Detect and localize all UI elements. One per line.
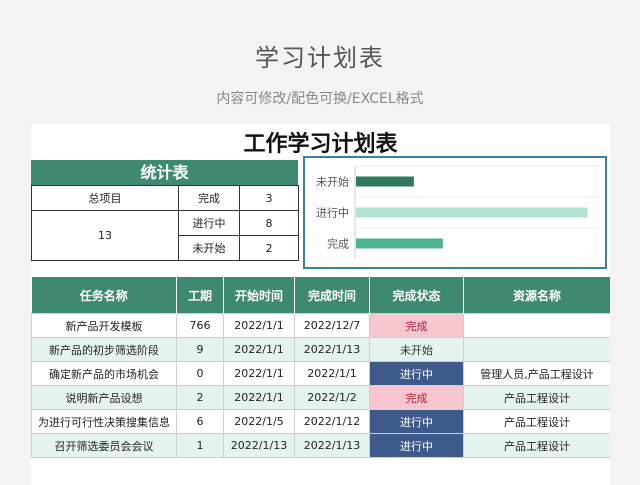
task-name-cell: 说明新产品设想 — [31, 385, 177, 410]
task-name-cell: 确定新产品的市场机会 — [31, 361, 177, 386]
table-row: 新产品的初步筛选阶段 9 2022/1/1 2022/1/13 未开始 — [31, 337, 610, 362]
status-cell: 完成 — [369, 313, 464, 338]
resource-cell: 产品工程设计 — [463, 433, 610, 458]
duration-cell: 766 — [176, 313, 224, 338]
end-date-cell: 2022/12/7 — [294, 313, 370, 338]
duration-cell: 6 — [176, 409, 224, 434]
resource-cell: 产品工程设计 — [463, 385, 610, 410]
status-cell: 进行中 — [369, 433, 464, 458]
end-date-cell: 2022/1/12 — [294, 409, 370, 434]
col-header-resource: 资源名称 — [463, 277, 610, 314]
table-row: 为进行可行性决策搜集信息 6 2022/1/5 2022/1/12 进行中 产品工程设计 — [31, 409, 610, 434]
page-title: 学习计划表 — [255, 44, 385, 72]
page-subtitle: 内容可修改/配色可换/EXCEL格式 — [216, 91, 424, 107]
spreadsheet: 工作学习计划表 统计表 总项目 完成 3 13 进行中 8 未开始 2 未开始进… — [31, 124, 610, 485]
task-table-header: 任务名称 工期 开始时间 完成时间 完成状态 资源名称 — [31, 277, 610, 314]
start-date-cell: 2022/1/1 — [223, 385, 295, 410]
resource-cell — [463, 337, 610, 362]
task-name-cell: 为进行可行性决策搜集信息 — [31, 409, 177, 434]
status-cell: 进行中 — [369, 361, 464, 386]
end-date-cell: 2022/1/13 — [294, 433, 370, 458]
start-date-cell: 2022/1/1 — [223, 337, 295, 362]
duration-cell: 0 — [176, 361, 224, 386]
task-name-cell: 新产品的初步筛选阶段 — [31, 337, 177, 362]
task-table: 任务名称 工期 开始时间 完成时间 完成状态 资源名称 新产品开发模板 766 20… — [31, 277, 610, 458]
sheet-title: 工作学习计划表 — [243, 132, 398, 157]
start-date-cell: 2022/1/5 — [223, 409, 295, 434]
status-cell: 进行中 — [369, 409, 464, 434]
stats-total-value: 13 — [31, 210, 179, 261]
stats-value: 3 — [239, 185, 299, 211]
chart-bar — [356, 176, 414, 187]
stats-label: 进行中 — [178, 210, 240, 236]
stats-row: 13 进行中 8 — [31, 210, 299, 261]
col-header-task: 任务名称 — [31, 277, 177, 314]
stats-table: 总项目 完成 3 13 进行中 8 未开始 2 — [31, 185, 299, 261]
stats-label: 未开始 — [178, 235, 240, 261]
stats-value: 8 — [239, 210, 299, 236]
table-row: 新产品开发模板 766 2022/1/1 2022/12/7 完成 — [31, 313, 610, 338]
stats-total-label: 总项目 — [31, 185, 179, 211]
stats-heading: 统计表 — [31, 160, 298, 185]
start-date-cell: 2022/1/1 — [223, 313, 295, 338]
start-date-cell: 2022/1/13 — [223, 433, 295, 458]
end-date-cell: 2022/1/13 — [294, 337, 370, 362]
chart-svg: 未开始进行中完成 — [316, 165, 601, 259]
duration-cell: 2 — [176, 385, 224, 410]
task-name-cell: 召开筛选委员会会议 — [31, 433, 177, 458]
task-name-cell: 新产品开发模板 — [31, 313, 177, 338]
duration-cell: 9 — [176, 337, 224, 362]
chart-category-label: 未开始 — [316, 175, 349, 189]
resource-cell: 产品工程设计 — [463, 409, 610, 434]
resource-cell: 管理人员,产品工程设计 — [463, 361, 610, 386]
resource-cell — [463, 313, 610, 338]
end-date-cell: 2022/1/2 — [294, 385, 370, 410]
status-cell: 完成 — [369, 385, 464, 410]
table-row: 确定新产品的市场机会 0 2022/1/1 2022/1/1 进行中 管理人员,产品工程设… — [31, 361, 610, 386]
start-date-cell: 2022/1/1 — [223, 361, 295, 386]
chart-category-label: 进行中 — [316, 207, 349, 220]
col-header-start: 开始时间 — [223, 277, 295, 314]
status-cell: 未开始 — [369, 337, 464, 362]
duration-cell: 1 — [176, 433, 224, 458]
end-date-cell: 2022/1/1 — [294, 361, 370, 386]
status-chart: 未开始进行中完成 — [303, 156, 607, 269]
stats-label: 完成 — [178, 185, 240, 211]
table-row: 召开筛选委员会会议 1 2022/1/13 2022/1/13 进行中 产品工程设计 — [31, 433, 610, 458]
chart-bar — [356, 238, 443, 249]
stats-row: 总项目 完成 3 — [31, 185, 299, 211]
col-header-status: 完成状态 — [369, 277, 464, 314]
chart-bar — [356, 207, 588, 218]
col-header-duration: 工期 — [176, 277, 224, 314]
table-row: 说明新产品设想 2 2022/1/1 2022/1/2 完成 产品工程设计 — [31, 385, 610, 410]
chart-category-label: 完成 — [327, 237, 349, 251]
col-header-end: 完成时间 — [294, 277, 370, 314]
stats-value: 2 — [239, 235, 299, 261]
